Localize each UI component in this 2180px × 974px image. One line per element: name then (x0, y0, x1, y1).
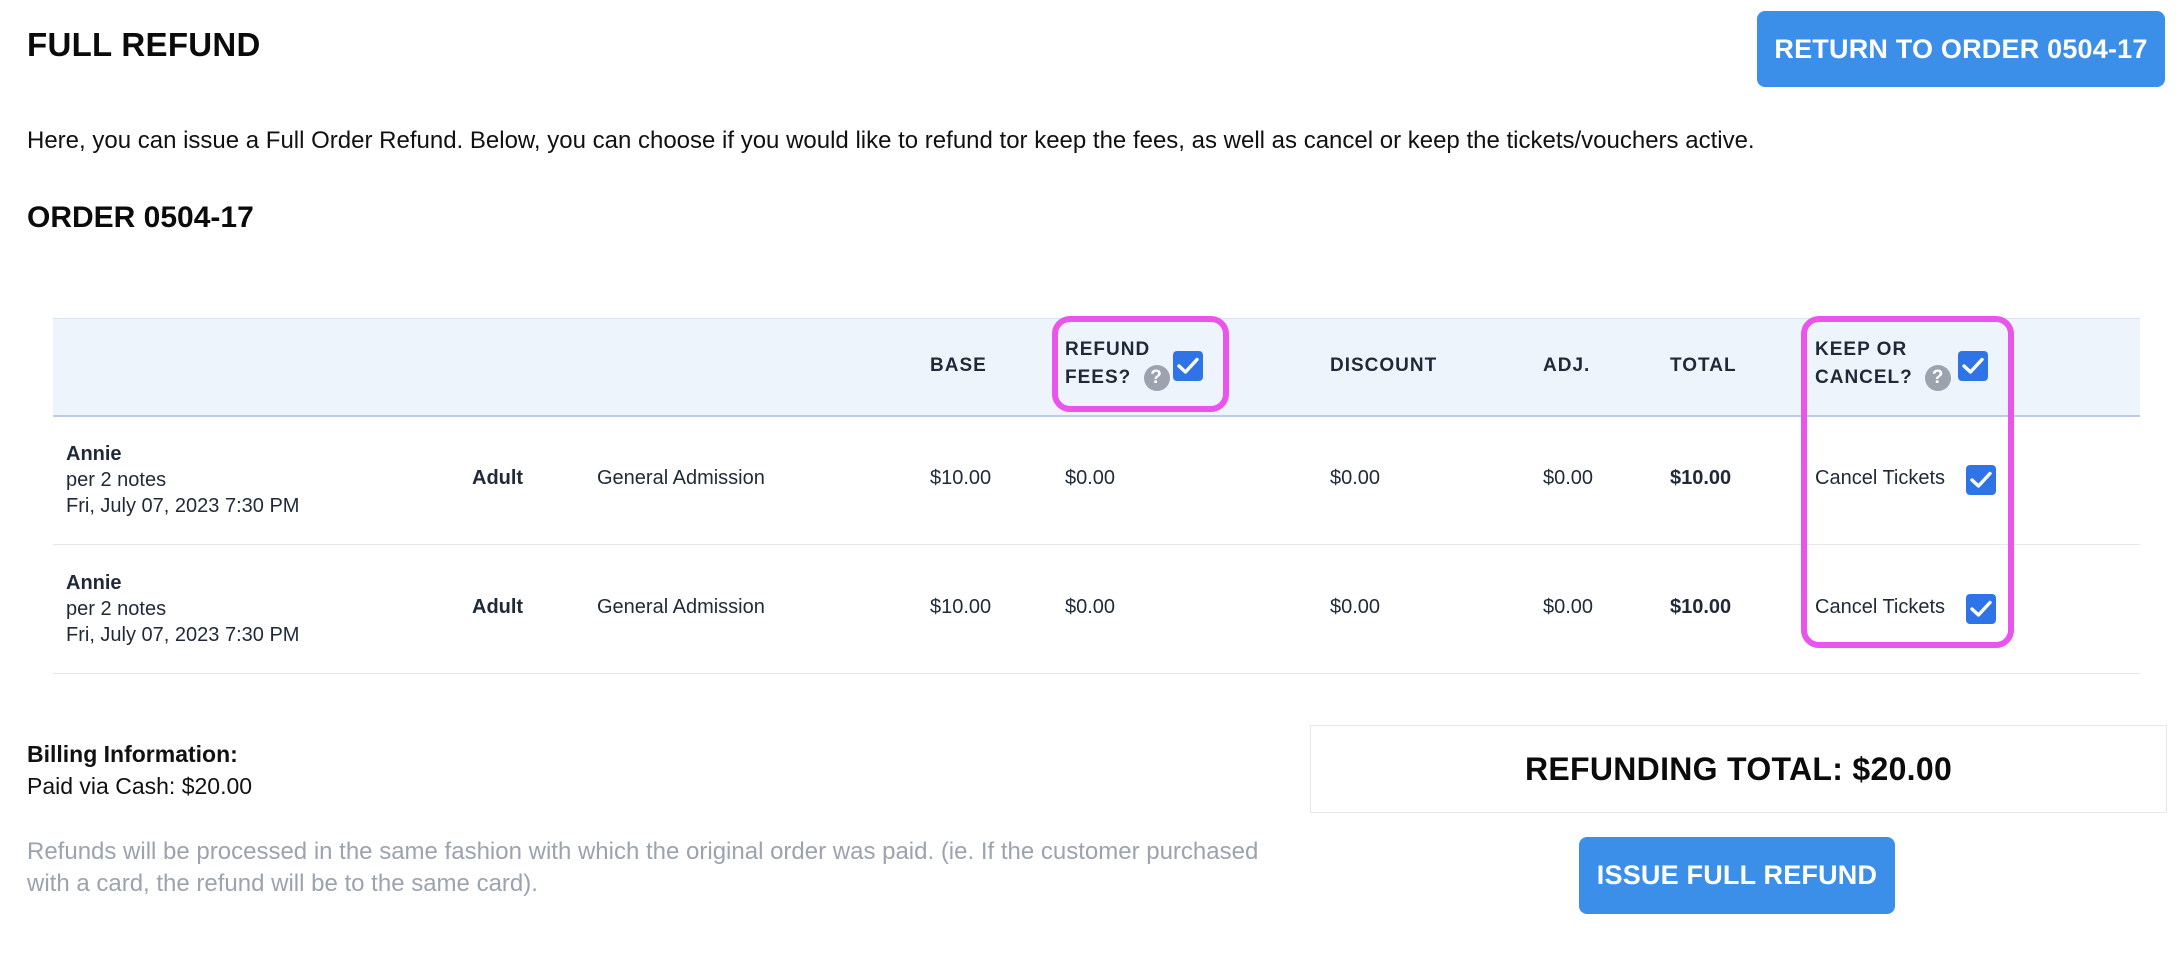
ticket-section: General Admission (597, 596, 765, 618)
header-base: BASE (930, 355, 987, 376)
header-total: TOTAL (1670, 355, 1737, 376)
row-divider (53, 673, 2140, 674)
refund-fees-highlight (1052, 316, 1229, 412)
header-adj: ADJ. (1543, 355, 1591, 376)
table-row-1-customer: Annie per 2 notes Fri, July 07, 2023 7:3… (66, 441, 299, 519)
discount-value: $0.00 (1330, 596, 1381, 618)
customer-name: Annie (66, 572, 122, 594)
total-value: $10.00 (1670, 596, 1732, 618)
refund-note: Refunds will be processed in the same fa… (27, 838, 1259, 897)
customer-notes: per 2 notes (66, 598, 167, 620)
refunding-total: REFUNDING TOTAL: $20.00 (1310, 725, 2167, 813)
table-row-2-customer: Annie per 2 notes Fri, July 07, 2023 7:3… (66, 570, 299, 648)
base-value: $10.00 (930, 596, 992, 618)
intro-text: Here, you can issue a Full Order Refund.… (27, 127, 1755, 154)
billing-info: Billing Information: Paid via Cash: $20.… (27, 738, 252, 802)
customer-name: Annie (66, 443, 122, 465)
ticket-section: General Admission (597, 467, 765, 489)
adj-value: $0.00 (1543, 467, 1594, 489)
total-value: $10.00 (1670, 467, 1732, 489)
billing-paid: Paid via Cash: $20.00 (27, 773, 253, 799)
customer-notes: per 2 notes (66, 469, 167, 491)
return-to-order-button[interactable]: RETURN TO ORDER 0504-17 (1757, 11, 2165, 87)
ticket-type: Adult (472, 596, 524, 618)
base-value: $10.00 (930, 467, 992, 489)
discount-value: $0.00 (1330, 467, 1381, 489)
adj-value: $0.00 (1543, 596, 1594, 618)
keep-cancel-highlight (1801, 316, 2014, 648)
issue-full-refund-button[interactable]: ISSUE FULL REFUND (1579, 837, 1895, 914)
page-title: FULL REFUND (27, 26, 261, 63)
event-datetime: Fri, July 07, 2023 7:30 PM (66, 495, 300, 517)
header-discount: DISCOUNT (1330, 355, 1438, 376)
billing-heading: Billing Information: (27, 741, 238, 767)
ticket-type: Adult (472, 467, 524, 489)
order-title: ORDER 0504-17 (27, 201, 254, 234)
fees-value: $0.00 (1065, 467, 1116, 489)
event-datetime: Fri, July 07, 2023 7:30 PM (66, 624, 300, 646)
fees-value: $0.00 (1065, 596, 1116, 618)
